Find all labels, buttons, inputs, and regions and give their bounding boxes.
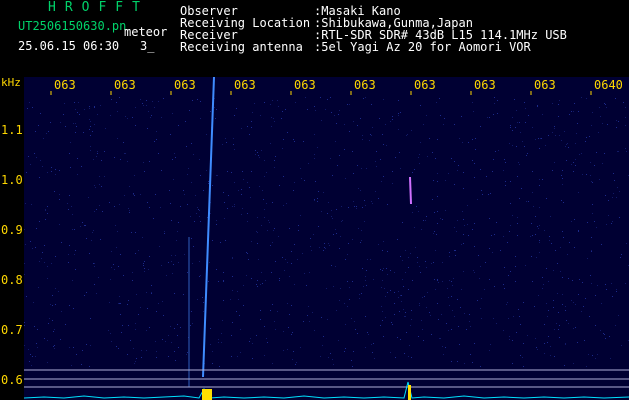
meta-label: Receiving antenna [180, 40, 303, 54]
file-name: UT2506150630.pn [18, 19, 127, 33]
y-tick-label: 1.0 [1, 173, 23, 187]
spectrogram-plot [24, 77, 629, 400]
spectrogram-canvas [24, 77, 629, 400]
app-title: HROFFT [48, 0, 149, 15]
y-axis-unit: kHz [1, 76, 21, 89]
y-tick-label: 1.1 [1, 123, 23, 137]
y-tick-label: 0.9 [1, 223, 23, 237]
time-tick-label: 063 [294, 78, 316, 92]
reference-lines [24, 369, 629, 388]
meteor-trail [202, 77, 215, 378]
time-tick-label: 063 [414, 78, 436, 92]
time-tick-label: 063 [174, 78, 196, 92]
file-name-suffix: meteor [124, 25, 168, 39]
y-tick-label: 0.6 [1, 373, 23, 387]
time-tick-label: 063 [114, 78, 136, 92]
time-tick-label: 063 [54, 78, 76, 92]
time-tick-label: 063 [234, 78, 256, 92]
meteor-peak-marker [202, 389, 212, 400]
time-tick-label: 063 [534, 78, 556, 92]
time-tick-label: 0640 [594, 78, 623, 92]
y-tick-label: 0.8 [1, 273, 23, 287]
time-tick-label: 063 [354, 78, 376, 92]
y-tick-label: 0.7 [1, 323, 23, 337]
time-tick-label: 063 [474, 78, 496, 92]
baseline-signal [24, 381, 629, 399]
short-echo [409, 176, 412, 205]
observation-datetime: 25.06.15 06:30 [18, 39, 120, 53]
echo-peak-marker [408, 385, 411, 400]
spectrogram-screen: HROFFT UT2506150630.pn meteor 25.06.15 0… [0, 0, 629, 400]
meta-value: :5el Yagi Az 20 for Aomori VOR [314, 40, 531, 54]
station-metadata: Observer :Masaki Kano Receiving Location… [180, 5, 567, 53]
noise-texture [24, 97, 629, 367]
meteor-count: 3_ [140, 39, 155, 53]
meta-row-antenna: Receiving antenna :5el Yagi Az 20 for Ao… [180, 41, 567, 53]
